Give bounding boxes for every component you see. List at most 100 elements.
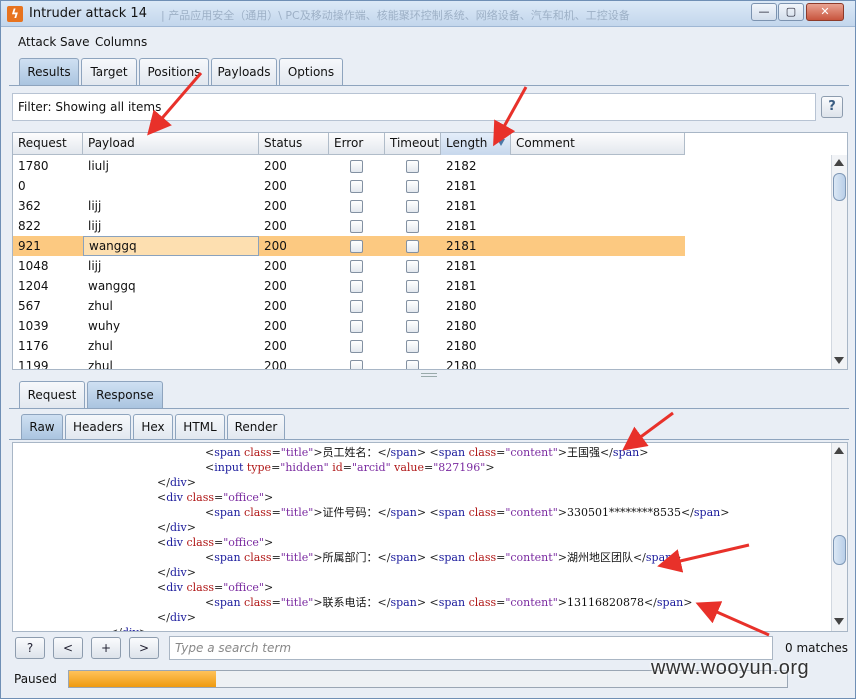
- filter-help-button[interactable]: ?: [821, 96, 843, 118]
- cell-payload: wanggq: [83, 236, 259, 256]
- code-token: span: [390, 596, 417, 609]
- code-token: </: [377, 446, 391, 459]
- column-length[interactable]: Length: [441, 133, 511, 155]
- menu-columns[interactable]: Columns: [95, 35, 147, 49]
- code-token: class: [244, 551, 272, 564]
- response-scroll-up-icon[interactable]: [834, 447, 844, 454]
- response-raw-view[interactable]: <span class="title">员工姓名：</span> <span c…: [12, 442, 848, 632]
- response-scroll-down-icon[interactable]: [834, 618, 844, 625]
- cell-length: 2181: [446, 239, 477, 253]
- cell-payload: [83, 176, 259, 196]
- table-row[interactable]: 1176 zhul 200 2180: [13, 336, 685, 356]
- code-token: "content": [505, 446, 558, 459]
- code-line: </div>: [157, 565, 196, 580]
- column-comment[interactable]: Comment: [511, 133, 685, 155]
- view-tabs-divider: [9, 439, 849, 440]
- code-token: 联系电话：: [322, 596, 378, 609]
- table-row[interactable]: 0 200 2181: [13, 176, 685, 196]
- tab-results[interactable]: Results: [19, 58, 79, 86]
- code-token: "title": [280, 551, 314, 564]
- code-token: "827196": [433, 461, 486, 474]
- column-error[interactable]: Error: [329, 133, 385, 155]
- close-button[interactable]: ✕: [806, 3, 844, 21]
- response-scrollbar[interactable]: [831, 443, 847, 631]
- filter-bar[interactable]: Filter: Showing all items: [12, 93, 816, 121]
- tab-options[interactable]: Options: [279, 58, 343, 86]
- code-token: "office": [223, 491, 264, 504]
- code-token: id: [332, 461, 343, 474]
- tab-hex[interactable]: Hex: [133, 414, 173, 440]
- column-request[interactable]: Request: [13, 133, 83, 155]
- code-token: </: [377, 506, 391, 519]
- table-row[interactable]: 362 lijj 200 2181: [13, 196, 685, 216]
- cell-payload: lijj: [88, 199, 102, 213]
- search-next-button[interactable]: >: [129, 637, 159, 659]
- tab-response[interactable]: Response: [87, 381, 163, 409]
- code-token: >: [313, 596, 323, 609]
- cell-status: 200: [264, 299, 287, 313]
- code-token: >: [720, 506, 730, 519]
- search-add-button[interactable]: +: [91, 637, 121, 659]
- results-table: Request Payload Status Error Timeout Len…: [12, 132, 848, 370]
- code-token: input: [214, 461, 247, 474]
- cell-status: 200: [264, 219, 287, 233]
- code-token: span: [390, 446, 417, 459]
- maximize-button[interactable]: ▢: [778, 3, 804, 21]
- table-row[interactable]: 1039 wuhy 200 2180: [13, 316, 685, 336]
- code-token: <: [157, 491, 167, 504]
- code-token: =: [214, 536, 224, 549]
- code-token: >: [672, 551, 682, 564]
- tab-render[interactable]: Render: [227, 414, 285, 440]
- cell-request: 822: [18, 219, 41, 233]
- tab-headers[interactable]: Headers: [65, 414, 131, 440]
- table-row[interactable]: 822 lijj 200 2181: [13, 216, 685, 236]
- tab-raw[interactable]: Raw: [21, 414, 63, 440]
- cell-length: 2181: [446, 279, 477, 293]
- tab-html[interactable]: HTML: [175, 414, 225, 440]
- tab-positions[interactable]: Positions: [139, 58, 209, 86]
- code-token: <: [205, 596, 215, 609]
- menu-save[interactable]: Save: [60, 35, 89, 49]
- response-scroll-thumb[interactable]: [833, 535, 846, 565]
- table-scrollbar[interactable]: [831, 155, 847, 369]
- table-row[interactable]: 1780 liulj 200 2182: [13, 156, 685, 176]
- search-previous-button[interactable]: <: [53, 637, 83, 659]
- table-row[interactable]: 567 zhul 200 2180: [13, 296, 685, 316]
- tab-payloads[interactable]: Payloads: [211, 58, 277, 86]
- menu-attack[interactable]: Attack: [18, 35, 56, 49]
- table-row[interactable]: 921 wanggq 200 2181: [13, 236, 685, 256]
- tab-target[interactable]: Target: [81, 58, 137, 86]
- tab-request[interactable]: Request: [19, 381, 85, 409]
- column-timeout[interactable]: Timeout: [385, 133, 441, 155]
- code-token: >: [186, 566, 196, 579]
- table-row[interactable]: 1048 lijj 200 2181: [13, 256, 685, 276]
- code-token: </: [109, 626, 122, 631]
- code-token: div: [169, 611, 187, 624]
- code-token: value: [394, 461, 425, 474]
- pane-splitter[interactable]: [421, 373, 437, 377]
- error-checkbox: [350, 280, 363, 293]
- code-token: class: [186, 536, 215, 549]
- code-token: </: [632, 551, 646, 564]
- code-token: >: [313, 551, 323, 564]
- minimize-button[interactable]: —: [751, 3, 777, 21]
- table-row[interactable]: 1204 wanggq 200 2181: [13, 276, 685, 296]
- table-scroll-thumb[interactable]: [833, 173, 846, 201]
- code-line: <div class="office">: [157, 535, 273, 550]
- column-status[interactable]: Status: [259, 133, 329, 155]
- search-help-button[interactable]: ?: [15, 637, 45, 659]
- code-token: span: [612, 446, 640, 459]
- code-token: span: [214, 596, 245, 609]
- cell-payload: lijj: [88, 259, 102, 273]
- error-checkbox: [350, 160, 363, 173]
- cell-payload: wuhy: [88, 319, 121, 333]
- cell-status: 200: [264, 259, 287, 273]
- table-row[interactable]: 1199 zhul 200 2180: [13, 356, 685, 369]
- code-token: "arcid": [351, 461, 395, 474]
- cell-length: 2182: [446, 159, 477, 173]
- scroll-up-icon[interactable]: [834, 159, 844, 166]
- scroll-down-icon[interactable]: [834, 357, 844, 364]
- code-token: </: [680, 506, 694, 519]
- column-payload[interactable]: Payload: [83, 133, 259, 155]
- cell-status: 200: [264, 179, 287, 193]
